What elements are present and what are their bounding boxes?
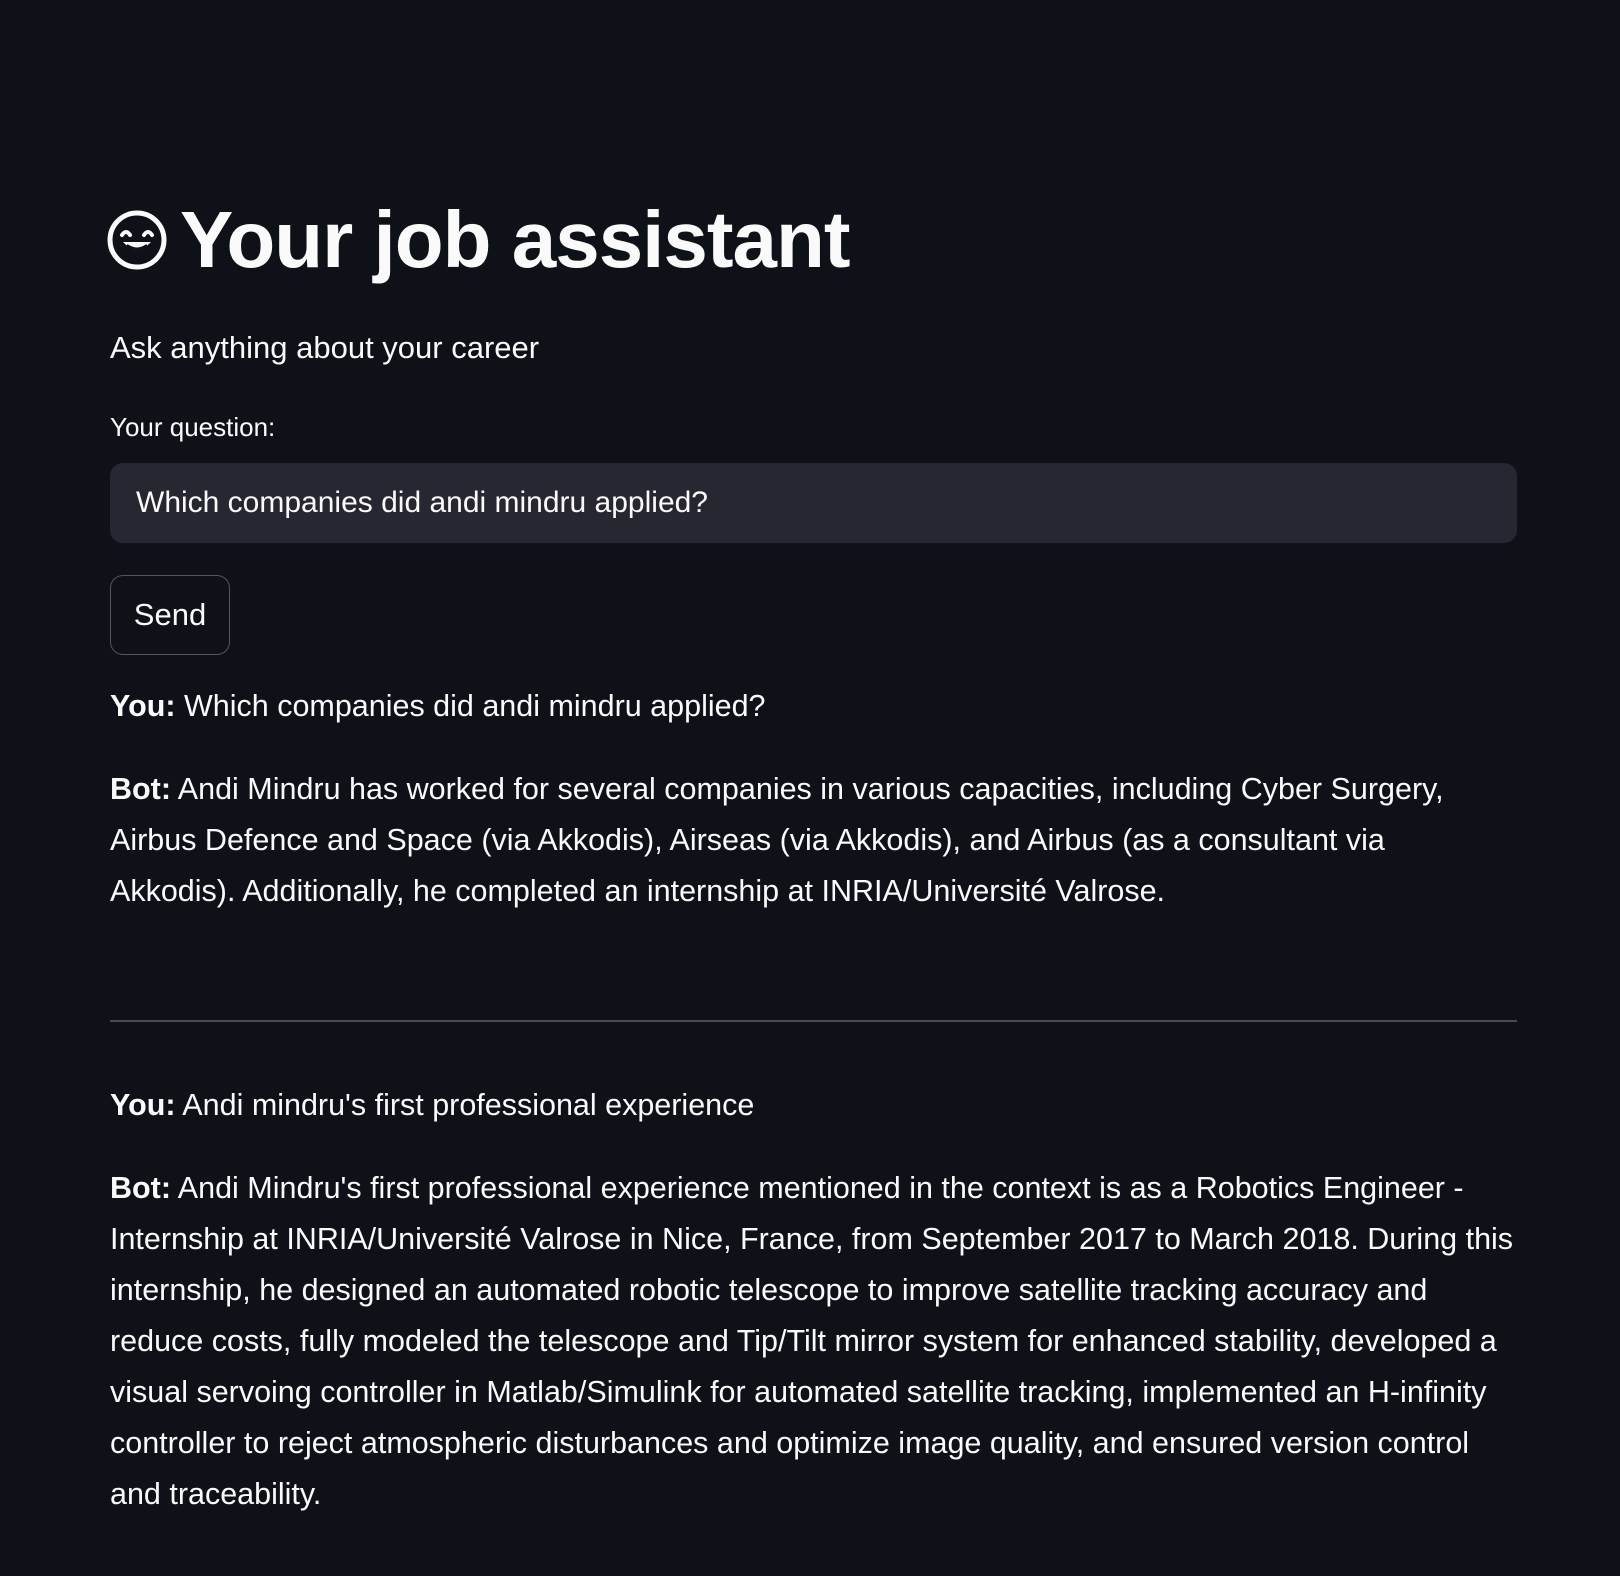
user-question-text: Andi mindru's first professional experie… [182,1088,755,1122]
page-title: Your job assistant [180,195,851,284]
question-label: Your question: [110,412,276,442]
bot-label: Bot: [110,772,171,806]
bot-answer-text: Andi Mindru's first professional experie… [110,1171,1514,1511]
you-label: You: [110,689,176,723]
page-header: Your job assistant [106,190,851,290]
user-message: You: Andi mindru's first professional ex… [110,1080,1517,1131]
question-input[interactable] [110,463,1517,543]
user-question-text: Which companies did andi mindru applied? [183,689,766,723]
user-message: You: Which companies did andi mindru app… [110,681,1517,732]
bot-message: Bot: Andi Mindru has worked for several … [110,764,1517,917]
you-label: You: [110,1088,176,1122]
send-button[interactable]: Send [110,575,230,655]
bot-message: Bot: Andi Mindru's first professional ex… [110,1163,1517,1520]
bot-answer-text: Andi Mindru has worked for several compa… [110,772,1444,908]
grinning-face-icon [106,209,168,271]
bot-label: Bot: [110,1171,171,1205]
page-subtitle: Ask anything about your career [110,330,540,365]
divider [110,1020,1517,1022]
